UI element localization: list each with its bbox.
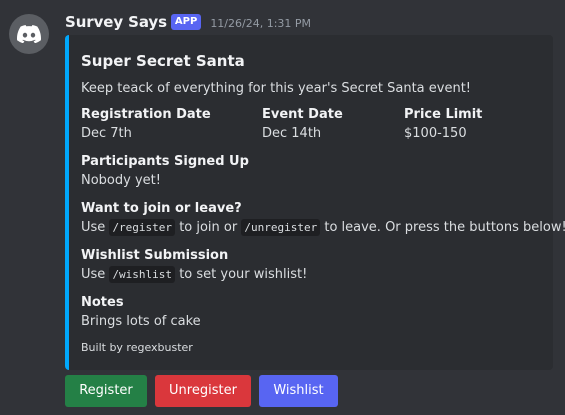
field-name: Registration Date <box>81 107 211 122</box>
field-value: $100-150 <box>404 126 467 141</box>
field-name: Notes <box>81 295 124 310</box>
action-row: Register Unregister Wishlist <box>65 375 338 407</box>
field-join-leave: Want to join or leave? Use /register to … <box>81 200 565 238</box>
text-use: Use <box>81 220 106 235</box>
text-wishlist: to set your wishlist! <box>179 267 308 282</box>
app-badge: APP <box>170 14 202 30</box>
message-header: Survey Says APP 11/26/24, 1:31 PM <box>65 11 311 33</box>
field-value: Nobody yet! <box>81 173 161 188</box>
discord-logo-icon <box>17 25 41 43</box>
register-command: /register <box>109 219 176 236</box>
field-value: Brings lots of cake <box>81 314 201 329</box>
wishlist-command: /wishlist <box>109 266 176 283</box>
username[interactable]: Survey Says <box>65 13 167 31</box>
text-use: Use <box>81 267 106 282</box>
field-name: Want to join or leave? <box>81 201 242 216</box>
field-name: Price Limit <box>404 107 483 122</box>
field-wishlist: Wishlist Submission Use /wishlist to set… <box>81 247 545 285</box>
field-participants: Participants Signed Up Nobody yet! <box>81 153 545 191</box>
text-leave: to leave. Or press the buttons below! <box>324 220 565 235</box>
inline-fields: Registration Date Dec 7th Event Date Dec… <box>81 106 545 144</box>
avatar[interactable] <box>9 14 49 54</box>
embed-footer: Built by regexbuster <box>81 341 193 354</box>
field-value: Dec 7th <box>81 126 132 141</box>
field-name: Event Date <box>262 107 343 122</box>
embed-description: Keep teack of everything for this year's… <box>81 81 472 96</box>
timestamp[interactable]: 11/26/24, 1:31 PM <box>210 17 311 30</box>
field-name: Wishlist Submission <box>81 248 229 263</box>
field-event-date: Event Date Dec 14th <box>262 106 404 144</box>
field-notes: Notes Brings lots of cake <box>81 294 545 332</box>
field-value: Dec 14th <box>262 126 322 141</box>
field-value: Use /wishlist to set your wishlist! <box>81 265 545 285</box>
unregister-button[interactable]: Unregister <box>155 375 251 407</box>
field-name: Participants Signed Up <box>81 154 249 169</box>
register-button[interactable]: Register <box>65 375 147 407</box>
field-value: Use /register to join or /unregister to … <box>81 218 565 238</box>
wishlist-button[interactable]: Wishlist <box>259 375 338 407</box>
field-registration-date: Registration Date Dec 7th <box>81 106 262 144</box>
unregister-command: /unregister <box>241 219 321 236</box>
embed-title: Super Secret Santa <box>81 52 245 70</box>
embed: Super Secret Santa Keep teack of everyth… <box>65 35 565 370</box>
text-join: to join or <box>179 220 238 235</box>
field-price-limit: Price Limit $100-150 <box>404 106 545 144</box>
